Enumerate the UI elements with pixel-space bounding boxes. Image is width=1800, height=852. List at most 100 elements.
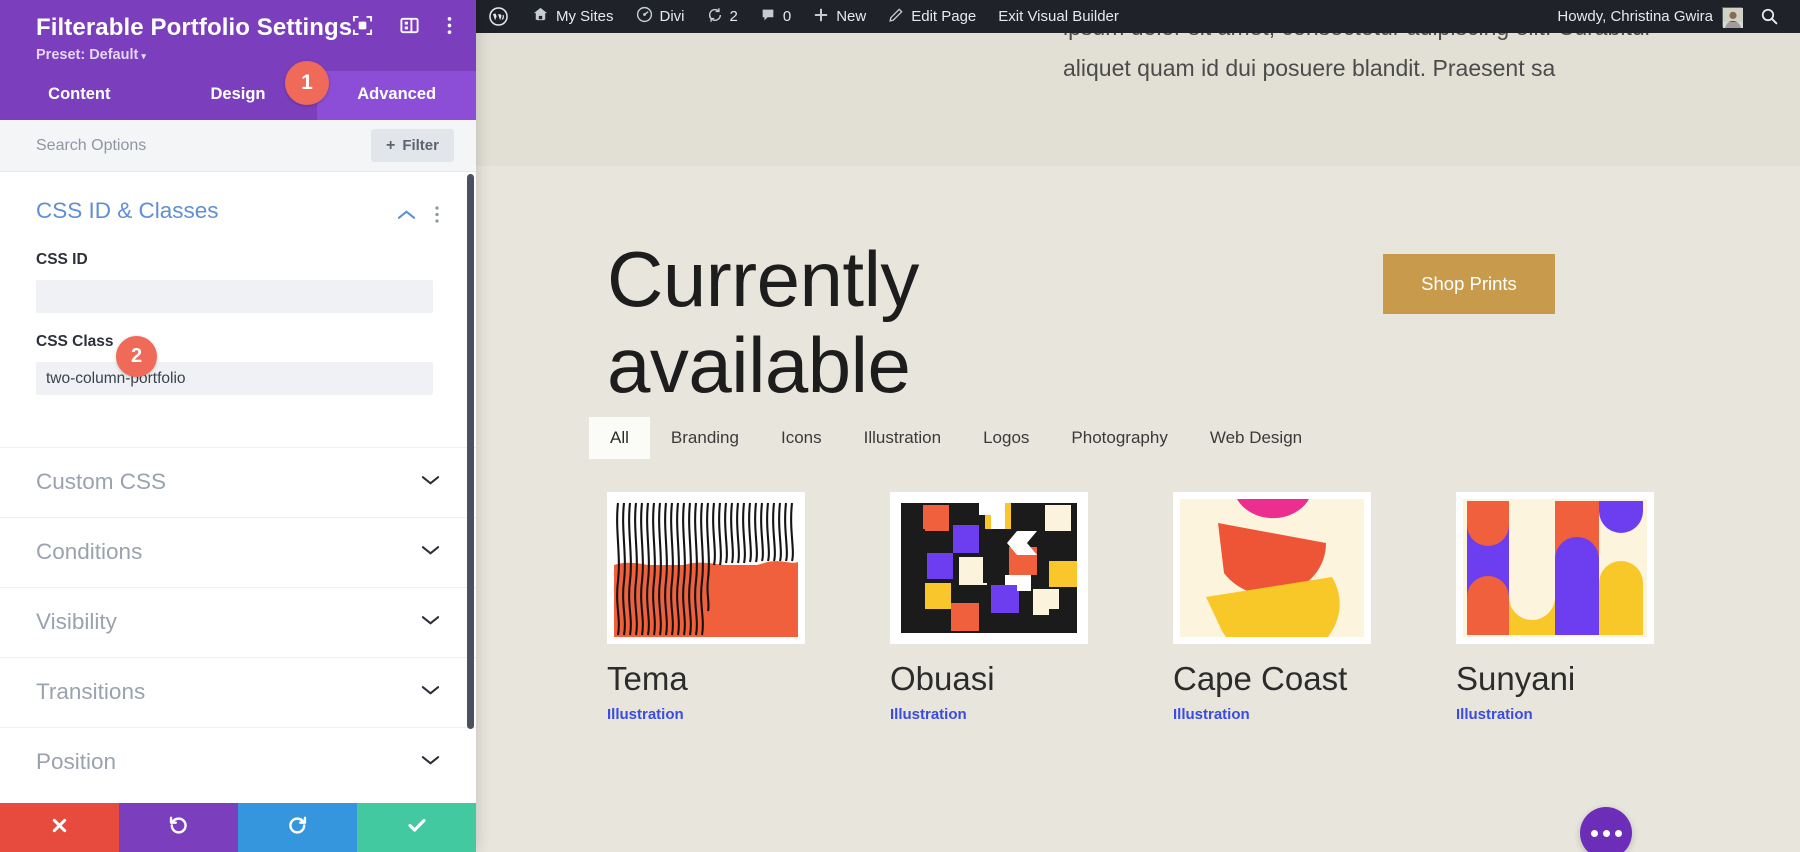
admin-bar-howdy[interactable]: Howdy, Christina Gwira (1548, 7, 1751, 27)
panel-scrollbar[interactable] (467, 174, 474, 729)
css-id-input[interactable] (36, 280, 433, 313)
admin-bar-item-edit-page[interactable]: Edit Page (877, 0, 987, 33)
admin-bar-label: Exit Visual Builder (998, 8, 1119, 25)
css-class-field: CSS Class (36, 313, 440, 395)
filter-tab-icons[interactable]: Icons (760, 417, 843, 459)
fab-dot (1591, 830, 1598, 837)
save-button[interactable] (357, 803, 476, 852)
section-css-id-and-classes: CSS ID & Classes CSS ID CSS (0, 172, 476, 447)
portfolio-item-category[interactable]: Illustration (1173, 706, 1456, 723)
portfolio-thumbnail-stacked-bowls[interactable] (1173, 492, 1371, 644)
portfolio-grid: Tema Illustration (607, 492, 1739, 723)
annotation-badge-2: 2 (116, 336, 157, 377)
plus-icon: + (386, 138, 395, 154)
more-vertical-icon[interactable] (446, 15, 453, 41)
cancel-button[interactable] (0, 803, 119, 852)
preset-label: Preset: Default (36, 47, 138, 63)
updates-refresh-icon (707, 7, 723, 27)
panel-layout-icon[interactable] (399, 15, 420, 41)
portfolio-item[interactable]: Tema Illustration (607, 492, 890, 723)
filter-button[interactable]: + Filter (371, 129, 454, 162)
shop-prints-button[interactable]: Shop Prints (1383, 254, 1555, 314)
redo-button[interactable] (238, 803, 357, 852)
filter-tab-logos[interactable]: Logos (962, 417, 1050, 459)
filter-tab-all[interactable]: All (589, 417, 650, 459)
intro-paragraph: ipsum dolor sit amet, consectetur adipis… (1063, 33, 1683, 89)
settings-panel-title: Filterable Portfolio Settings (36, 14, 352, 42)
section-title: Position (36, 749, 421, 775)
portfolio-item-title: Cape Coast (1173, 662, 1456, 697)
portfolio-item[interactable]: Sunyani Illustration (1456, 492, 1739, 723)
undo-button[interactable] (119, 803, 238, 852)
plus-icon (813, 7, 829, 27)
chevron-down-icon[interactable] (421, 753, 440, 771)
portfolio-item-category[interactable]: Illustration (890, 706, 1173, 723)
field-label: CSS ID (36, 251, 88, 269)
chevron-down-icon[interactable] (421, 473, 440, 491)
comments-bubble-icon (760, 7, 776, 27)
filter-button-label: Filter (402, 137, 439, 154)
more-vertical-icon[interactable] (434, 205, 440, 229)
portfolio-item-category[interactable]: Illustration (1456, 706, 1739, 723)
close-x-icon (50, 816, 69, 840)
field-css-id: CSS ID (36, 229, 440, 313)
section-visibility[interactable]: Visibility (0, 587, 476, 657)
section-position[interactable]: Position (0, 727, 476, 797)
chevron-down-icon[interactable] (421, 613, 440, 631)
filter-tab-web-design[interactable]: Web Design (1189, 417, 1323, 459)
admin-bar-label: 2 (730, 8, 738, 25)
filter-tab-branding[interactable]: Branding (650, 417, 760, 459)
admin-bar-item-updates[interactable]: 2 (696, 0, 749, 33)
section-title: Visibility (36, 609, 421, 635)
portfolio-item[interactable]: Cape Coast Illustration (1173, 492, 1456, 723)
chevron-down-icon[interactable] (421, 683, 440, 701)
section-conditions[interactable]: Conditions (0, 517, 476, 587)
portfolio-thumbnail-arch-columns[interactable] (1456, 492, 1654, 644)
admin-bar-label: Divi (660, 8, 685, 25)
portfolio-filter-tabs: All Branding Icons Illustration Logos Ph… (589, 417, 1323, 459)
portfolio-item-title: Tema (607, 662, 890, 697)
options-search-row: + Filter (0, 120, 476, 172)
section-transitions[interactable]: Transitions (0, 657, 476, 727)
more-horizontal-icon[interactable] (1580, 807, 1632, 852)
module-settings-panel: Filterable Portfolio Settings Preset: De… (0, 0, 476, 852)
admin-bar-label: 0 (783, 8, 791, 25)
checkmark-icon (406, 814, 428, 841)
tab-content[interactable]: Content (0, 71, 159, 120)
focus-target-icon[interactable] (352, 15, 373, 41)
avatar (1722, 7, 1742, 27)
portfolio-item-category[interactable]: Illustration (607, 706, 890, 723)
tab-advanced[interactable]: Advanced (317, 71, 476, 120)
chevron-down-icon[interactable] (421, 543, 440, 561)
fab-dot (1615, 830, 1622, 837)
settings-panel-footer (0, 803, 476, 852)
wordpress-logo-icon[interactable] (476, 0, 521, 33)
admin-bar-item-my-sites[interactable]: My Sites (521, 0, 625, 33)
redo-arrow-icon (287, 815, 308, 841)
css-class-input[interactable] (36, 362, 433, 395)
chevron-down-icon: ▾ (141, 51, 146, 61)
search-input[interactable] (36, 131, 371, 161)
section-title: Custom CSS (36, 469, 421, 495)
filter-tab-illustration[interactable]: Illustration (843, 417, 962, 459)
pencil-edit-icon (888, 7, 904, 27)
filter-tab-photography[interactable]: Photography (1050, 417, 1188, 459)
section-title[interactable]: CSS ID & Classes (36, 198, 397, 224)
admin-bar-item-new[interactable]: New (802, 0, 877, 33)
page-title: Currently available (607, 236, 1027, 408)
settings-panel-tabs: Content Design Advanced (0, 71, 476, 120)
portfolio-item[interactable]: Obuasi Illustration (890, 492, 1173, 723)
preset-selector[interactable]: Preset: Default▾ (36, 47, 454, 63)
admin-bar-item-exit-visual-builder[interactable]: Exit Visual Builder (987, 0, 1130, 33)
admin-bar-label: Edit Page (911, 8, 976, 25)
section-custom-css[interactable]: Custom CSS (0, 447, 476, 517)
chevron-up-icon[interactable] (397, 208, 416, 226)
spacer (36, 395, 440, 447)
admin-bar-item-comments[interactable]: 0 (749, 0, 802, 33)
portfolio-thumbnail-wavy-lines-orange[interactable] (607, 492, 805, 644)
admin-bar-item-divi[interactable]: Divi (625, 0, 696, 33)
fab-dot (1603, 830, 1610, 837)
search-icon[interactable] (1751, 7, 1792, 26)
portfolio-thumbnail-geometric-checker[interactable] (890, 492, 1088, 644)
divi-dashboard-icon (636, 6, 653, 27)
